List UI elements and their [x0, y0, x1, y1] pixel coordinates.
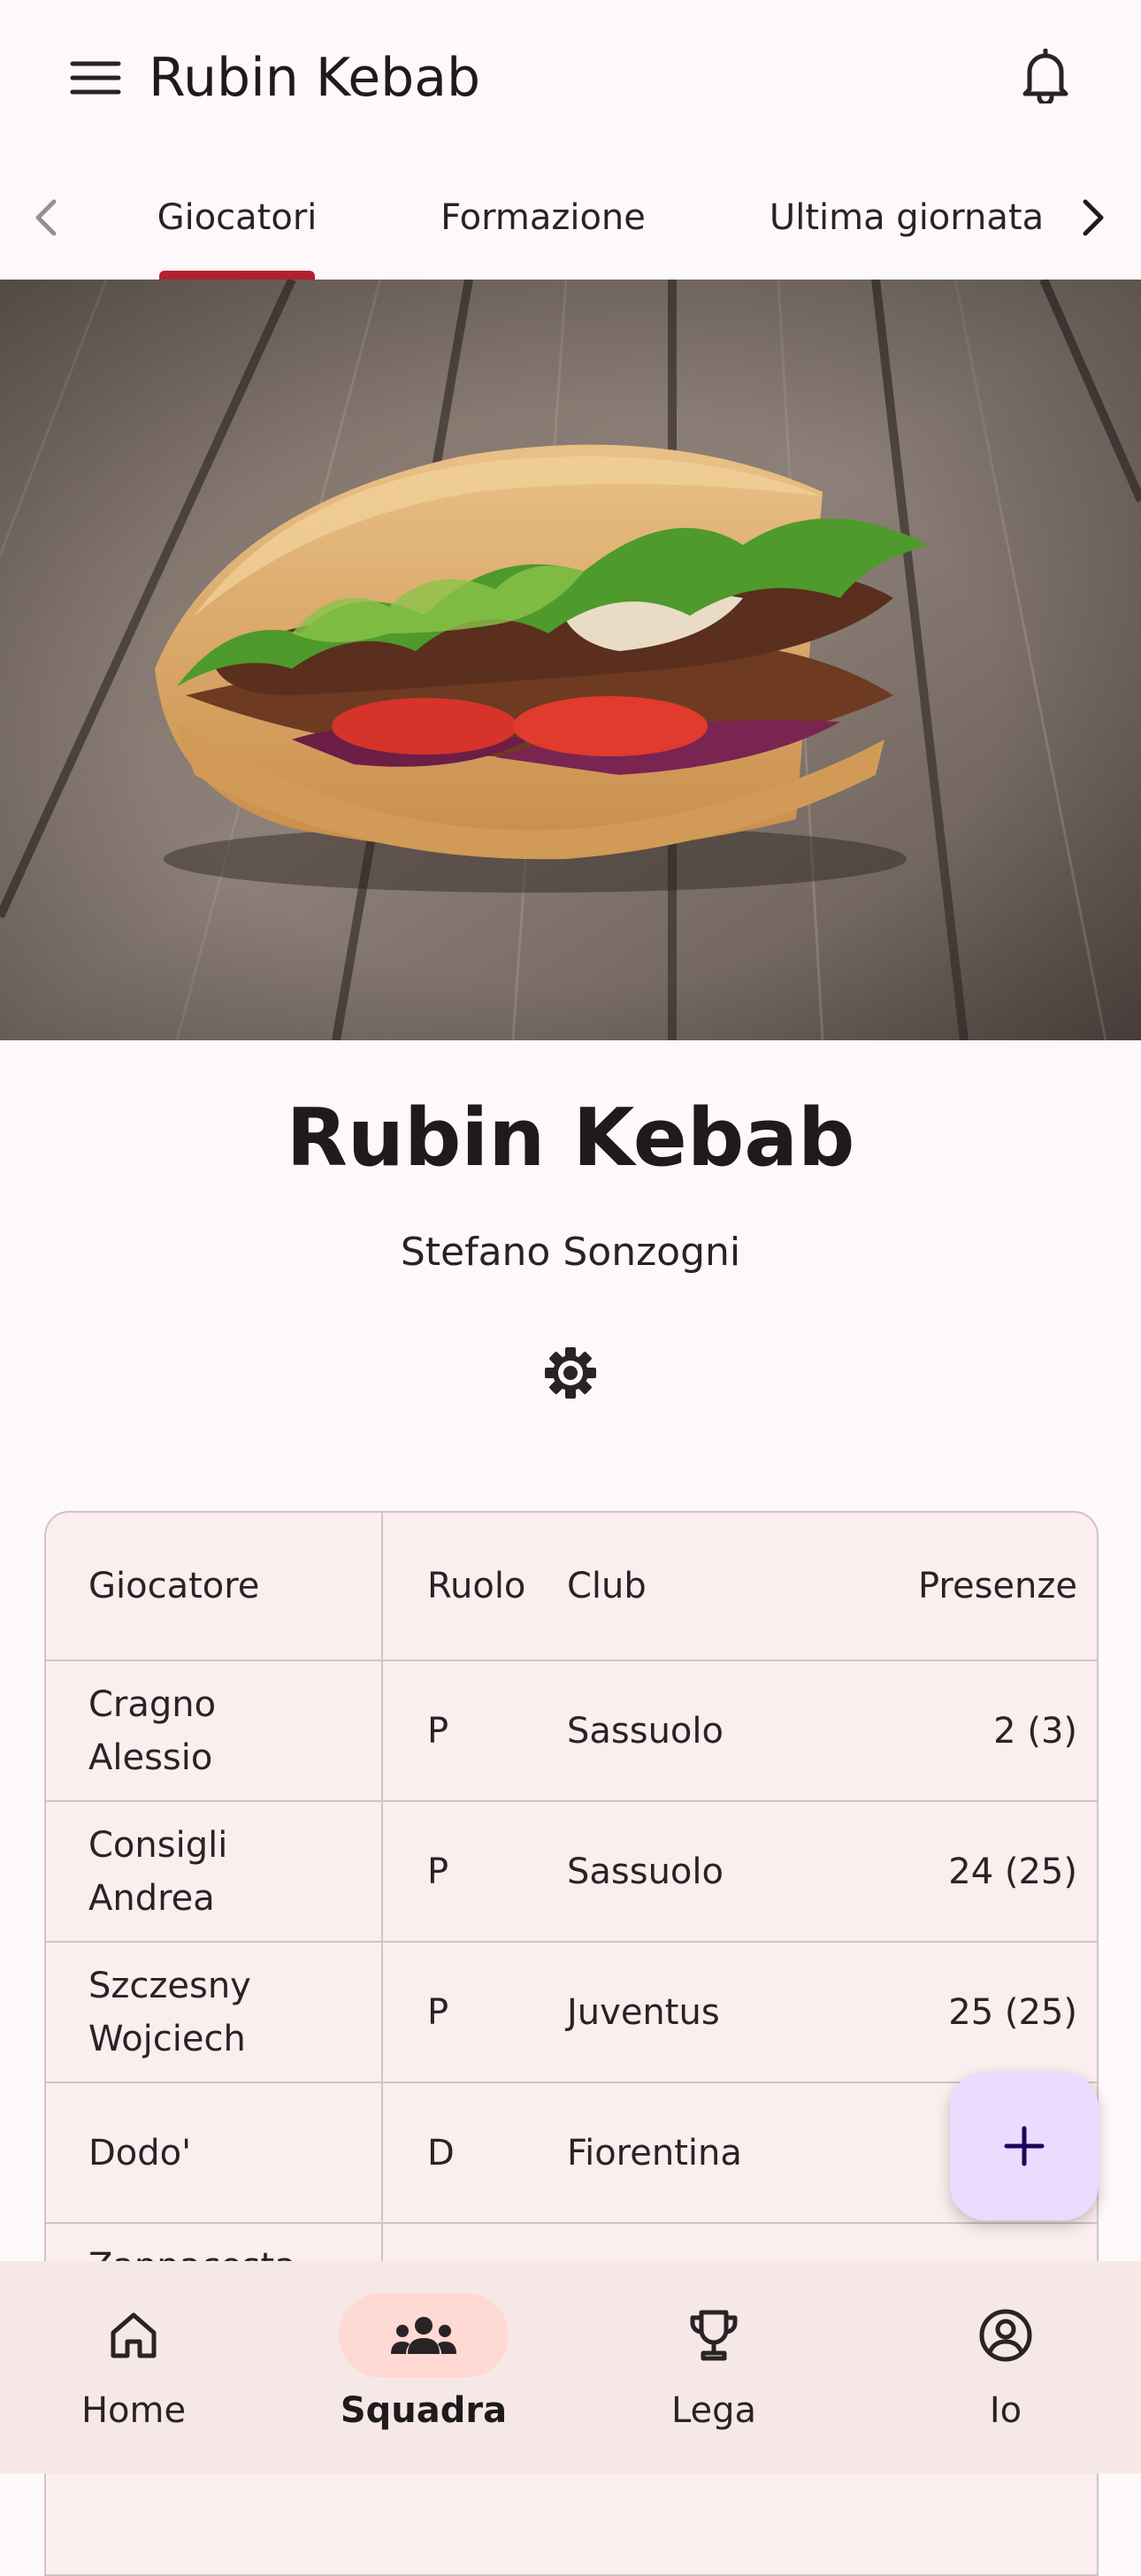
player-firstname: Andrea [88, 1877, 215, 1919]
player-role: P [382, 1801, 566, 1943]
table-header-row: Giocatore Ruolo Club Presenze [46, 1513, 1097, 1661]
player-appearances: 24 (25) [807, 1801, 1097, 1943]
player-surname: Consigli [88, 1824, 228, 1866]
player-name-cell: Consigli Andrea [46, 1801, 383, 1943]
player-club: Sassuolo [566, 1660, 807, 1802]
nav-label: Io [989, 2390, 1022, 2431]
player-club: Juventus [566, 1942, 807, 2083]
header-club[interactable]: Club [566, 1513, 807, 1661]
bell-icon[interactable] [1014, 41, 1077, 111]
tab-label: Formazione [440, 197, 646, 238]
nav-label: Home [80, 2390, 187, 2431]
tab-label: Ultima giornata [769, 197, 1045, 238]
header-presenze[interactable]: Presenze [807, 1513, 1097, 1661]
player-role: P [382, 1942, 566, 2083]
add-player-button[interactable] [950, 2072, 1099, 2220]
player-role: D [382, 2082, 566, 2224]
owner-name: Stefano Sonzogni [400, 1230, 741, 1275]
tab-label: Giocatori [157, 197, 318, 238]
team-banner-image [0, 280, 1141, 1040]
tab-giocatori[interactable]: Giocatori [142, 156, 333, 280]
nav-label: Lega [670, 2390, 757, 2431]
player-surname: Dodo' [88, 2132, 192, 2174]
plus-icon [1004, 2126, 1045, 2166]
menu-icon[interactable] [64, 46, 127, 110]
tab-formazione[interactable]: Formazione [416, 156, 670, 280]
header-ruolo[interactable]: Ruolo [382, 1513, 566, 1661]
gear-icon[interactable] [535, 1338, 606, 1408]
player-name-cell: Cragno Alessio [46, 1660, 383, 1802]
top-app-bar: Rubin Kebab [0, 0, 1141, 156]
player-club: Sassuolo [566, 1801, 807, 1943]
nav-home[interactable]: Home [0, 2261, 276, 2473]
player-appearances: 25 (25) [807, 1942, 1097, 2083]
tab-ultima-giornata[interactable]: Ultima giornata [761, 156, 1053, 280]
table-row[interactable]: Cragno Alessio P Sassuolo 2 (3) [46, 1660, 1097, 1802]
app-title: Rubin Kebab [149, 47, 481, 109]
trophy-icon [629, 2293, 799, 2378]
team-name: Rubin Kebab [286, 1092, 855, 1184]
player-appearances: 2 (3) [807, 1660, 1097, 1802]
player-name-cell: Szczesny Wojciech [46, 1942, 383, 2083]
table-row[interactable]: Dodo' D Fiorentina [46, 2082, 1097, 2224]
nav-label: Squadra [340, 2390, 508, 2431]
player-name-cell: Dodo' [46, 2082, 383, 2224]
table-row[interactable]: Consigli Andrea P Sassuolo 24 (25) [46, 1801, 1097, 1943]
table-row[interactable]: Szczesny Wojciech P Juventus 25 (25) [46, 1942, 1097, 2083]
nav-io[interactable]: Io [863, 2261, 1141, 2473]
selected-tab-indicator [159, 271, 315, 280]
header-giocatore[interactable]: Giocatore [46, 1513, 383, 1661]
account-icon [921, 2293, 1091, 2378]
tab-bar: Giocatori Formazione Ultima giornata [0, 156, 1141, 281]
nav-squadra[interactable]: Squadra [281, 2261, 566, 2473]
bottom-navigation: Home Squadra Lega Io [0, 2261, 1141, 2473]
chevron-right-icon[interactable] [1058, 156, 1129, 280]
home-icon [49, 2293, 218, 2378]
player-firstname: Wojciech [88, 2018, 246, 2059]
player-club: Fiorentina [566, 2082, 807, 2224]
nav-lega[interactable]: Lega [571, 2261, 856, 2473]
group-icon [339, 2293, 509, 2378]
player-surname: Cragno [88, 1683, 217, 1725]
chevron-left-icon[interactable] [11, 156, 81, 280]
player-firstname: Alessio [88, 1736, 213, 1778]
player-role: P [382, 1660, 566, 1802]
player-surname: Szczesny [88, 1965, 251, 2006]
